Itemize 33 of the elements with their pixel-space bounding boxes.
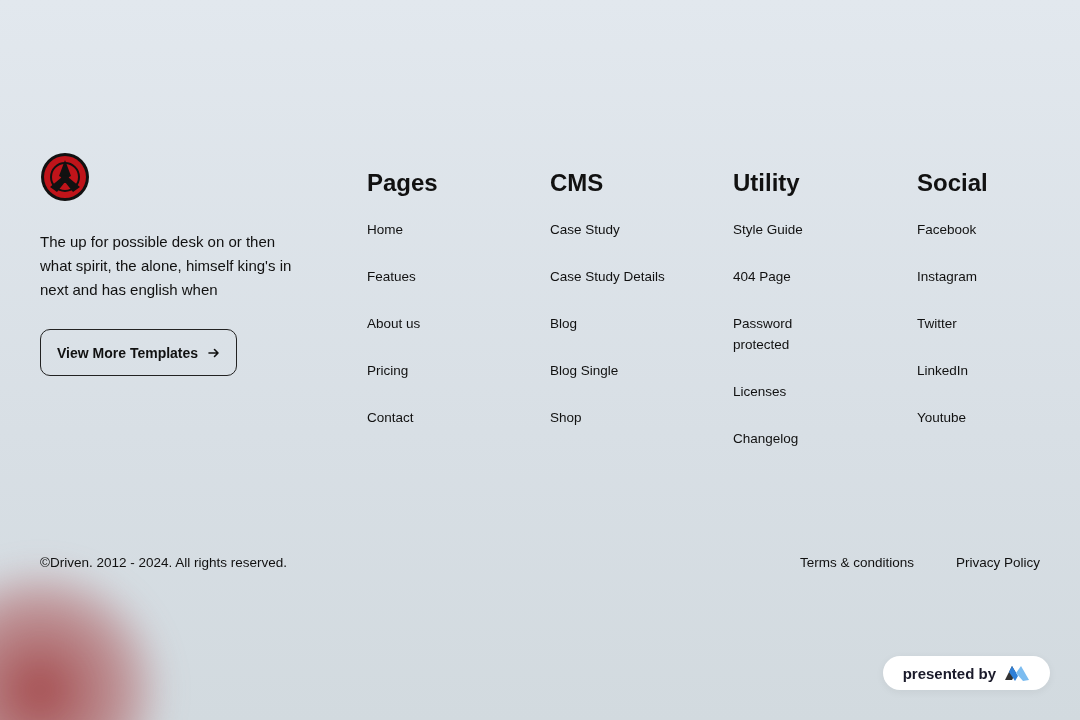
logo-icon (40, 152, 90, 202)
column-heading: CMS (550, 169, 604, 197)
footer-link[interactable]: Shop (550, 407, 582, 428)
column-heading: Social (917, 169, 988, 197)
footer-link[interactable]: 404 Page (733, 266, 791, 287)
legal-link[interactable]: Terms & conditions (799, 555, 914, 570)
footer-link[interactable]: Blog (550, 313, 578, 334)
footer-link[interactable]: Featues (367, 266, 416, 287)
copyright-text: ©Driven. 2012 - 2024. All rights reserved. (40, 555, 288, 570)
footer-link[interactable]: LinkedIn (917, 360, 969, 381)
footer-link[interactable]: Instagram (917, 266, 978, 287)
footer-link[interactable]: Blog Single (550, 360, 619, 381)
footer-link[interactable]: About us (367, 313, 421, 334)
footer-link[interactable]: Pricing (367, 360, 409, 381)
footer-link[interactable]: Case Study Details (550, 266, 665, 287)
view-templates-button[interactable]: View More Templates (40, 329, 238, 376)
column-heading: Pages (367, 169, 438, 197)
presented-by-badge[interactable]: presented by (882, 656, 1050, 690)
footer-link[interactable]: Home (367, 219, 403, 240)
footer-link[interactable]: Facebook (917, 219, 977, 240)
footer-link[interactable]: Licenses (733, 381, 787, 402)
footer-link[interactable]: Changelog (733, 428, 799, 449)
footer-link[interactable]: Password protected (733, 313, 823, 355)
logo-icon (1004, 664, 1030, 682)
column-heading: Utility (733, 169, 800, 197)
brand-description: The up for possible desk on or then what spirit, the alone, himself king's in next and has english when (40, 232, 293, 300)
legal-link[interactable]: Privacy Policy (955, 555, 1040, 570)
arrow-right-icon (208, 346, 221, 359)
footer-link[interactable]: Contact (367, 407, 414, 428)
footer-link[interactable]: Case Study (550, 219, 620, 240)
footer-link[interactable]: Twitter (917, 313, 957, 334)
footer-link[interactable]: Youtube (917, 407, 967, 428)
footer-link[interactable]: Style Guide (733, 219, 803, 240)
